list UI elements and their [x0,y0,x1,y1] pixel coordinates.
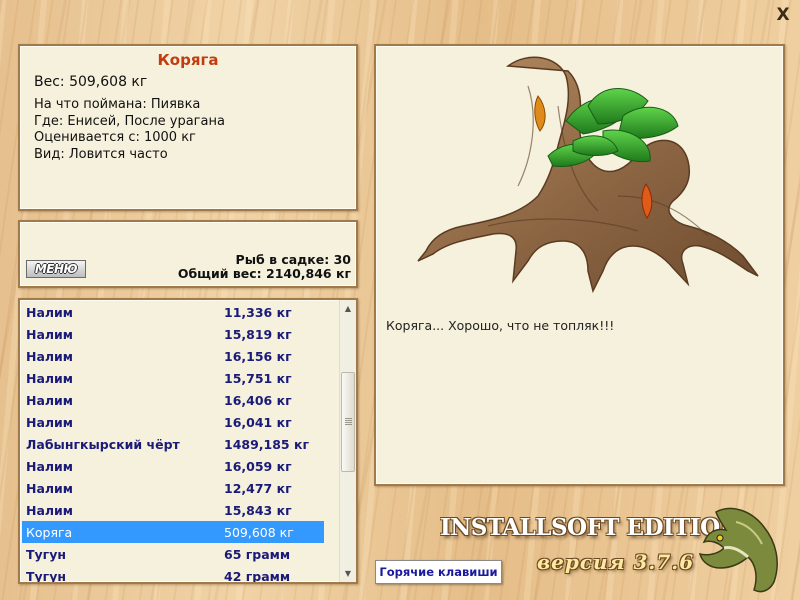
keeper-stats: Рыб в садке: 30 Общий вес: 2140,846 кг [178,253,351,281]
fish-name: Налим [26,414,74,430]
fish-row[interactable]: Налим 16,041 кг [22,411,324,433]
version-label: версия 3.7.6 [537,550,695,574]
fish-row[interactable]: Налим 15,751 кг [22,367,324,389]
catch-comment: Коряга... Хорошо, что не топляк!!! [386,318,615,333]
keeper-panel: МЕНЮ Рыб в садке: 30 Общий вес: 2140,846… [18,220,358,288]
fish-name: Налим [26,304,74,320]
fish-row[interactable]: Налим 16,406 кг [22,389,324,411]
fish-weight: 16,059 кг [224,458,292,474]
catch-bait: На что поймана: Пиявка [34,97,201,112]
hotkeys-button[interactable]: Горячие клавиши [375,560,502,584]
fish-name: Тугун [26,568,66,584]
fish-weight: 509,608 кг [224,524,294,540]
fish-row[interactable]: Тугун 65 грамм [22,543,324,565]
fish-weight: 11,336 кг [224,304,292,320]
fish-row[interactable]: Тугун 42 грамм [22,565,324,584]
fish-weight: 15,819 кг [224,326,292,342]
fish-name: Налим [26,458,74,474]
fish-name: Налим [26,370,74,386]
fish-name: Налим [26,480,74,496]
fish-name: Лабынгкырский чёрт [26,436,180,452]
fish-row[interactable]: Коряга 509,608 кг [22,521,324,543]
picture-panel: Коряга... Хорошо, что не топляк!!! [374,44,785,486]
fish-name: Налим [26,502,74,518]
catch-info-panel: Коряга Вес: 509,608 кг На что поймана: П… [18,44,358,211]
fish-name: Налим [26,392,74,408]
fish-weight: 16,406 кг [224,392,292,408]
fish-count: Рыб в садке: 30 [235,252,351,267]
fish-row[interactable]: Налим 15,843 кг [22,499,324,521]
fish-name: Налим [26,348,74,364]
fish-name: Тугун [26,546,66,562]
catch-details: На что поймана: Пиявка Где: Енисей, Посл… [34,97,225,163]
catch-value: Оценивается с: 1000 кг [34,130,196,145]
fish-row[interactable]: Налим 16,059 кг [22,455,324,477]
fish-row[interactable]: Налим 12,477 кг [22,477,324,499]
fish-weight: 42 грамм [224,568,291,584]
scroll-up-icon[interactable]: ▲ [340,300,356,317]
catch-kind: Вид: Ловится часто [34,146,168,162]
close-icon[interactable]: X [774,6,792,24]
snag-image [417,56,759,294]
fish-weight: 16,156 кг [224,348,292,364]
catch-title: Коряга [157,51,219,69]
fish-weight: 65 грамм [224,546,291,562]
fish-weight: 12,477 кг [224,480,292,496]
scroll-down-icon[interactable]: ▼ [340,565,356,582]
pike-logo-icon [698,507,778,593]
fish-name: Коряга [26,524,73,540]
fish-list-rows: Налим 11,336 кг Налим 15,819 кг Налим 16,156 … [22,301,324,584]
fish-weight: 15,843 кг [224,502,292,518]
scrollbar-thumb[interactable] [341,372,355,472]
fish-weight: 16,041 кг [224,414,292,430]
fish-row[interactable]: Лабынгкырский чёрт 1489,185 кг [22,433,324,455]
catch-location: Где: Енисей, После урагана [34,113,225,129]
total-weight: Общий вес: 2140,846 кг [177,266,351,281]
menu-button[interactable]: МЕНЮ [26,260,86,278]
catch-weight: Вес: 509,608 кг [34,74,148,90]
fish-weight: 1489,185 кг [224,436,309,452]
fish-weight: 15,751 кг [224,370,292,386]
fish-name: Налим [26,326,74,342]
fish-row[interactable]: Налим 16,156 кг [22,345,324,367]
fish-row[interactable]: Налим 15,819 кг [22,323,324,345]
fish-row[interactable]: Налим 11,336 кг [22,301,324,323]
fish-list: Налим 11,336 кг Налим 15,819 кг Налим 16,156 … [18,298,358,584]
scrollbar[interactable]: ▲ ▼ [339,300,356,582]
